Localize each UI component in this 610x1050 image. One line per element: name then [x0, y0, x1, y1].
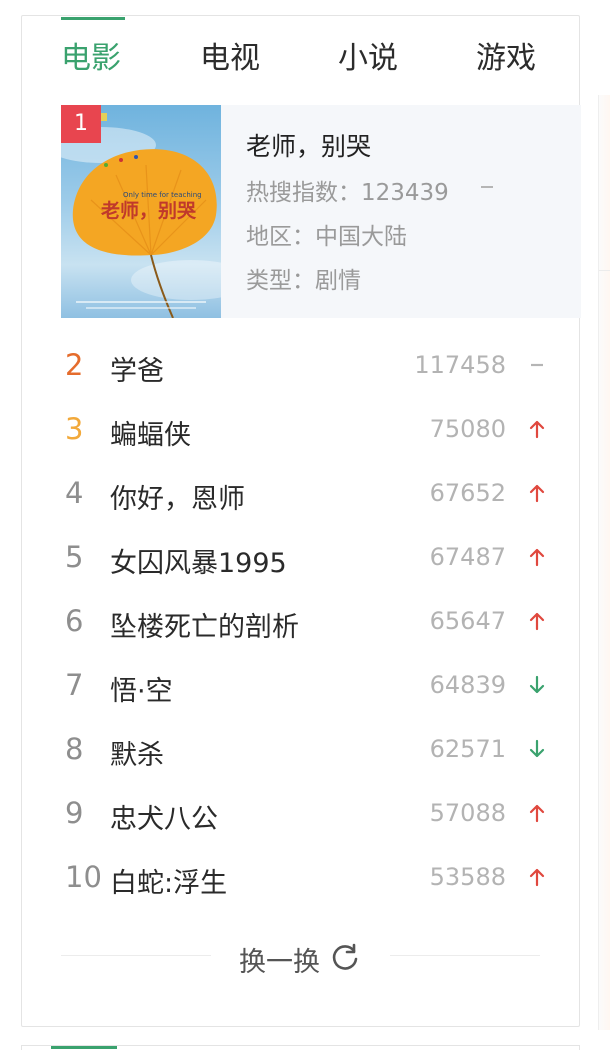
hot-search-panel: 电影 电视 小说 游戏 Only time for teaching 老师，别哭…	[21, 15, 581, 1027]
item-title[interactable]: 你好，恩师	[110, 477, 245, 516]
refresh-label: 换一换	[239, 947, 320, 978]
rank-number: 9	[65, 796, 84, 830]
item-title[interactable]: 坠楼死亡的剖析	[110, 605, 299, 644]
tab-movies[interactable]: 电影	[61, 40, 121, 78]
hot-score: 75080	[429, 415, 506, 443]
item-title[interactable]: 女囚风暴1995	[110, 541, 287, 580]
adjacent-panel-edge	[598, 95, 610, 1030]
arrow-up-icon	[529, 484, 545, 503]
arrow-down-icon	[529, 739, 545, 758]
arrow-up-icon	[529, 804, 545, 823]
refresh-icon	[332, 943, 358, 970]
rank-number: 4	[65, 476, 84, 510]
movie-poster[interactable]: Only time for teaching 老师，别哭 7月7日 1	[61, 105, 221, 318]
dash-icon	[481, 186, 493, 188]
refresh-divider-left	[61, 955, 211, 956]
refresh-button[interactable]: 换一换	[237, 938, 367, 978]
hot-score: 62571	[429, 735, 506, 763]
featured-hot-index: 热搜指数：123439	[246, 180, 449, 206]
item-title[interactable]: 蝙蝠侠	[110, 413, 191, 452]
next-panel-edge	[21, 1045, 580, 1050]
hot-score: 67652	[429, 479, 506, 507]
arrow-up-icon	[529, 612, 545, 631]
list-item[interactable]: 6 坠楼死亡的剖析 65647	[61, 597, 546, 645]
active-tab-indicator	[61, 17, 125, 20]
rank-number: 10	[65, 860, 102, 894]
featured-title[interactable]: 老师，别哭	[246, 127, 371, 163]
rank-badge-1: 1	[61, 105, 101, 143]
poster-tagline: Only time for teaching	[123, 191, 202, 199]
item-title[interactable]: 学爸	[110, 349, 164, 388]
category-tabs: 电影 电视 小说 游戏	[22, 16, 579, 104]
list-item[interactable]: 10 白蛇:浮生 53588	[61, 853, 546, 901]
arrow-up-icon	[529, 868, 545, 887]
next-panel-tab-indicator	[51, 1046, 117, 1049]
refresh-divider-right	[390, 955, 540, 956]
hot-score: 64839	[429, 671, 506, 699]
list-item[interactable]: 3 蝙蝠侠 75080	[61, 405, 546, 453]
hot-score: 67487	[429, 543, 506, 571]
list-item[interactable]: 4 你好，恩师 67652	[61, 469, 546, 517]
hot-score: 53588	[429, 863, 506, 891]
item-title[interactable]: 白蛇:浮生	[110, 861, 227, 900]
hot-score: 65647	[429, 607, 506, 635]
rank-number: 8	[65, 732, 84, 766]
rank-number: 6	[65, 604, 84, 638]
rank-number: 3	[65, 412, 84, 446]
rank-number: 2	[65, 348, 84, 382]
list-item[interactable]: 7 悟·空 64839	[61, 661, 546, 709]
list-item[interactable]: 2 学爸 117458	[61, 341, 546, 389]
arrow-up-icon	[529, 420, 545, 439]
rank-number: 7	[65, 668, 84, 702]
hot-score: 57088	[429, 799, 506, 827]
list-item[interactable]: 5 女囚风暴1995 67487	[61, 533, 546, 581]
poster-title: 老师，别哭	[101, 199, 197, 222]
featured-item[interactable]: Only time for teaching 老师，别哭 7月7日 1 老师，别…	[61, 105, 581, 318]
adjacent-panel-divider	[599, 270, 610, 271]
featured-region: 地区：中国大陆	[246, 224, 407, 250]
tab-novels[interactable]: 小说	[338, 40, 398, 78]
list-item[interactable]: 9 忠犬八公 57088	[61, 789, 546, 837]
hot-score: 117458	[414, 351, 506, 379]
list-item[interactable]: 8 默杀 62571	[61, 725, 546, 773]
arrow-down-icon	[529, 675, 545, 694]
dash-icon	[531, 363, 543, 367]
item-title[interactable]: 悟·空	[110, 669, 173, 708]
tab-tv[interactable]: 电视	[200, 40, 260, 78]
item-title[interactable]: 默杀	[110, 733, 164, 772]
item-title[interactable]: 忠犬八公	[110, 797, 218, 836]
rank-number: 5	[65, 540, 84, 574]
featured-genre: 类型：剧情	[246, 268, 361, 294]
arrow-up-icon	[529, 548, 545, 567]
tab-games[interactable]: 游戏	[476, 40, 536, 78]
